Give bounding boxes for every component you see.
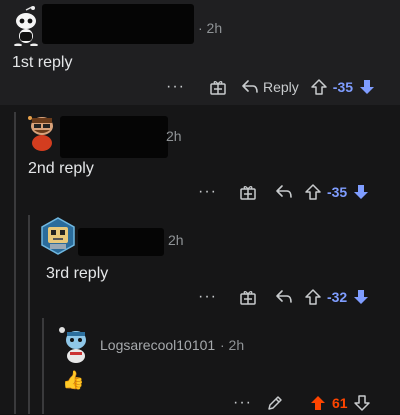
- comment-2-avatar[interactable]: [22, 112, 60, 152]
- comment-2-score: -35: [326, 184, 348, 200]
- comment-3-award-button[interactable]: [239, 288, 257, 306]
- downvote-arrow-filled-icon: [354, 185, 369, 199]
- comment-3-timestamp: 2h: [168, 232, 184, 248]
- award-icon: [240, 291, 256, 305]
- upvote-arrow-icon: [305, 289, 321, 305]
- downvote-arrow-filled-icon: [354, 290, 369, 304]
- comment-4-downvote-button[interactable]: [353, 395, 370, 411]
- comment-4-edit-button[interactable]: [266, 394, 284, 412]
- comment-2-upvote-button[interactable]: [305, 184, 321, 200]
- comment-3-body: 3rd reply: [46, 265, 109, 282]
- comment-1-upvote-button[interactable]: [311, 79, 327, 95]
- reply-arrow-icon: [276, 290, 292, 303]
- thread-line-2[interactable]: [28, 215, 30, 414]
- comment-4-body-emoji: 👍: [62, 370, 85, 390]
- comment-3-actions: ··· -32: [198, 285, 369, 309]
- snoo-avatar-icon: [59, 327, 86, 363]
- comment-1-actions: ··· Reply -35: [166, 75, 375, 99]
- reply-arrow-icon: [242, 80, 258, 93]
- comment-4-upvote-button[interactable]: [310, 395, 326, 411]
- comment-3-upvote-button[interactable]: [305, 289, 321, 305]
- comment-2-timestamp: 2h: [166, 128, 182, 144]
- comment-4-score: 61: [331, 395, 348, 411]
- upvote-arrow-filled-icon: [310, 396, 325, 410]
- comment-1-body: 1st reply: [12, 54, 73, 71]
- thread-line-1[interactable]: [14, 112, 16, 414]
- comment-2-reply-button[interactable]: [275, 184, 293, 200]
- comment-3-more-button[interactable]: ···: [198, 288, 217, 306]
- upvote-arrow-icon: [311, 79, 327, 95]
- snoo-avatar-icon: [28, 116, 53, 151]
- reply-arrow-icon: [276, 185, 292, 198]
- comment-3-downvote-button[interactable]: [353, 289, 369, 305]
- comment-1-timestamp: · 2h: [198, 20, 223, 36]
- comment-3-score: -32: [326, 289, 348, 305]
- comment-4-timestamp: · 2h: [220, 337, 245, 353]
- upvote-arrow-icon: [305, 184, 321, 200]
- downvote-arrow-filled-icon: [360, 80, 375, 94]
- comment-1-reply-label: Reply: [262, 79, 299, 95]
- comment-1-username-redacted: [42, 4, 194, 44]
- pencil-icon: [268, 396, 282, 410]
- comment-2-username-redacted: [60, 116, 168, 158]
- comment-4-actions: ··· 61: [233, 391, 370, 415]
- comment-1-more-button[interactable]: ···: [166, 78, 185, 96]
- comment-2-more-button[interactable]: ···: [198, 183, 217, 201]
- award-icon: [210, 81, 226, 95]
- comment-3-avatar[interactable]: [38, 216, 78, 256]
- comment-1-downvote-button[interactable]: [359, 79, 375, 95]
- comment-3-reply-button[interactable]: [275, 289, 293, 305]
- robot-avatar-icon: [41, 217, 75, 255]
- thread-line-3[interactable]: [42, 318, 44, 414]
- comment-2-actions: ··· -35: [198, 180, 369, 204]
- snoo-avatar-icon: [14, 6, 38, 47]
- comment-2-award-button[interactable]: [239, 183, 257, 201]
- comment-1-award-button[interactable]: [209, 78, 227, 96]
- comment-4-username[interactable]: Logsarecool10101: [100, 337, 215, 353]
- comment-2-downvote-button[interactable]: [353, 184, 369, 200]
- comment-3-username-redacted: [78, 228, 164, 256]
- award-icon: [240, 186, 256, 200]
- comment-4-avatar[interactable]: [56, 324, 92, 364]
- comment-1-score: -35: [332, 79, 354, 95]
- comment-4-more-button[interactable]: ···: [233, 394, 252, 412]
- comment-1-reply-button[interactable]: Reply: [241, 79, 299, 95]
- downvote-arrow-icon: [353, 395, 370, 411]
- comment-1-avatar[interactable]: [8, 6, 44, 47]
- comment-2-body: 2nd reply: [28, 160, 94, 177]
